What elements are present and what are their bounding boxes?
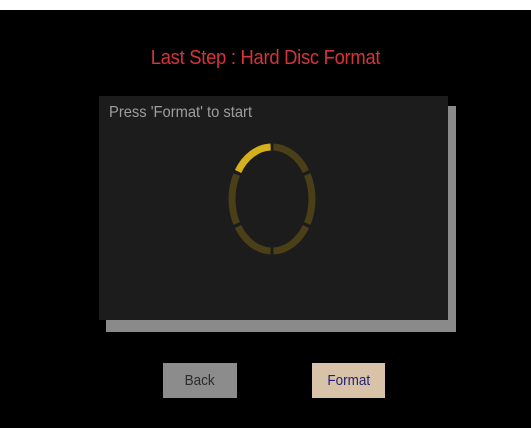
format-button-label: Format: [327, 372, 370, 389]
spinner-active-segment: [234, 143, 271, 174]
page-title: Last Step : Hard Disc Format: [150, 47, 381, 69]
instruction-text: Press 'Format' to start: [109, 104, 253, 121]
back-button[interactable]: Back: [163, 363, 237, 398]
format-panel: Press 'Format' to start: [99, 96, 448, 320]
spinner-segment: [304, 173, 316, 225]
back-button-label: Back: [184, 372, 216, 389]
spinner-segment: [228, 173, 240, 225]
loading-ring-icon: [228, 143, 316, 255]
format-screen: Last Step : Hard Disc Format Press 'Form…: [0, 10, 531, 428]
spinner-segment: [273, 224, 310, 255]
spinner-segment: [234, 224, 271, 255]
spinner-segment: [273, 143, 310, 174]
format-button[interactable]: Format: [312, 363, 385, 398]
top-strip: [0, 0, 531, 10]
